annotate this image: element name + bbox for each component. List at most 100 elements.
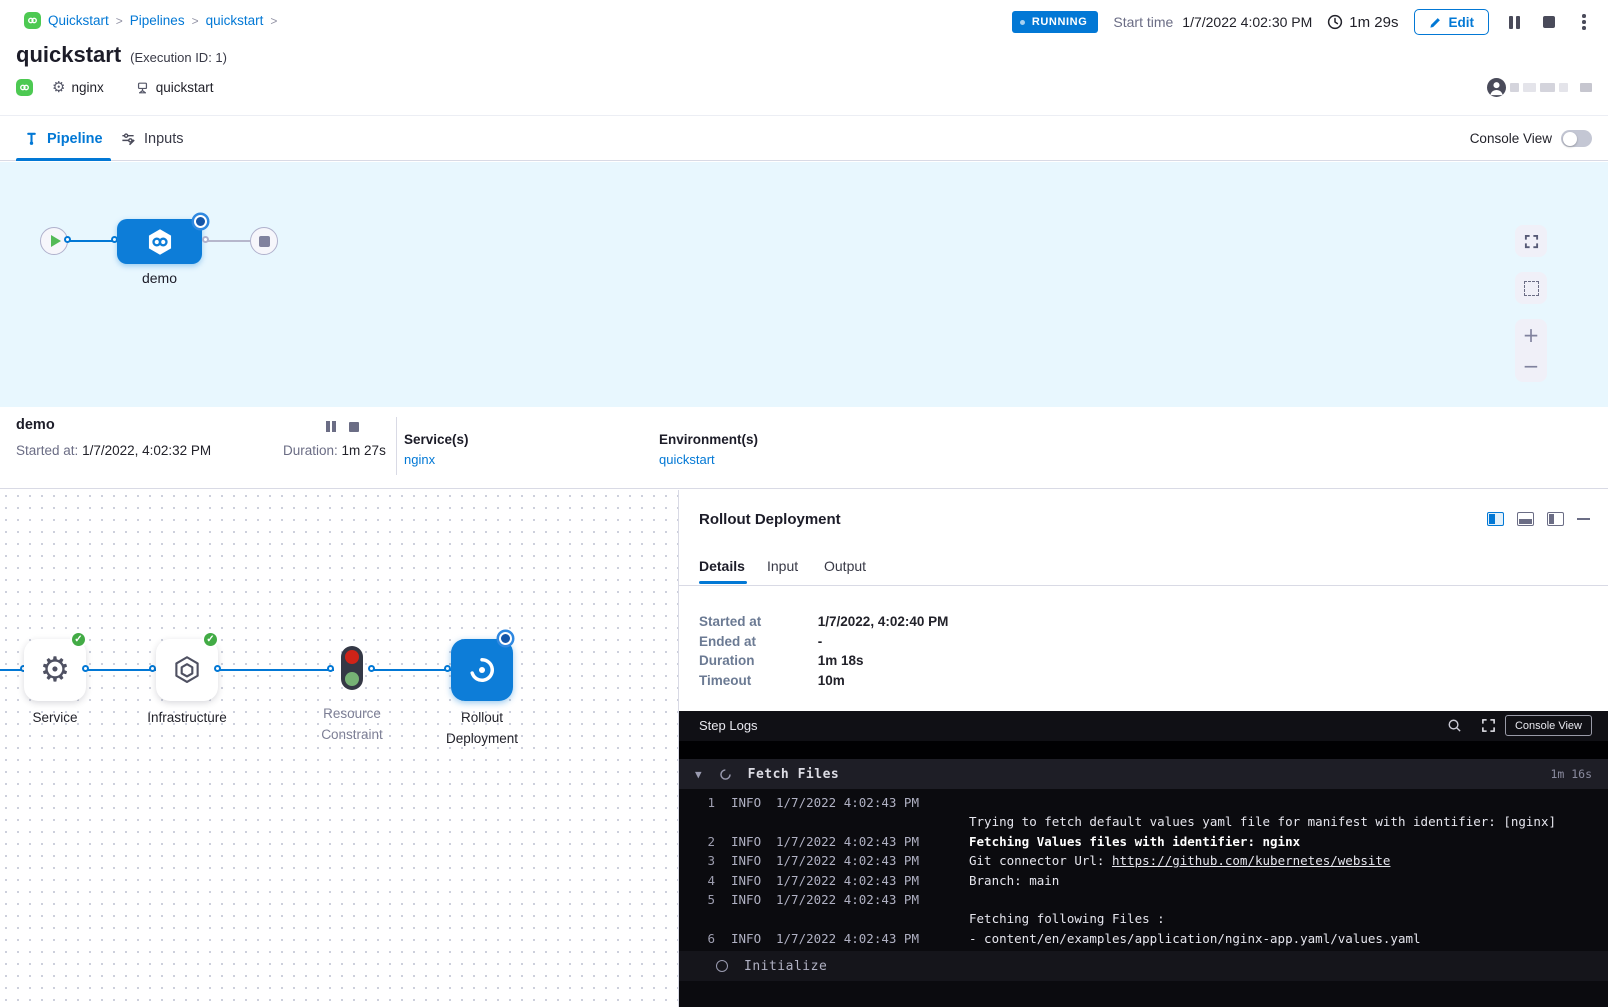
- more-options-button[interactable]: [1574, 12, 1594, 32]
- zoom-out-button[interactable]: −: [1515, 350, 1547, 381]
- detail-value: 10m: [818, 673, 845, 688]
- stage-stop-icon[interactable]: [349, 422, 359, 432]
- cd-module-icon: [16, 79, 33, 96]
- layout-right-panel-button[interactable]: [1547, 512, 1564, 526]
- detail-row-duration: Duration 1m 18s: [699, 653, 864, 668]
- environment-tag[interactable]: quickstart: [135, 80, 214, 95]
- resource-constraint-node[interactable]: [341, 646, 363, 690]
- harness-logo-icon: [24, 12, 41, 29]
- tab-details[interactable]: Details: [699, 558, 745, 574]
- step-node-label: Rollout Deployment: [427, 708, 537, 750]
- log-line-number: 5: [697, 892, 715, 907]
- edge-stage-to-end: [206, 240, 250, 242]
- avatar[interactable]: [1487, 78, 1506, 97]
- services-label: Service(s): [404, 432, 469, 447]
- traffic-light-red: [345, 650, 359, 664]
- play-icon: [51, 235, 61, 247]
- log-message: Fetching following Files :: [969, 911, 1594, 926]
- environments-column: Environment(s) quickstart: [659, 432, 758, 467]
- service-tag[interactable]: ⚙ nginx: [52, 80, 104, 95]
- start-time-value: 1/7/2022 4:02:30 PM: [1182, 14, 1312, 30]
- edit-button[interactable]: Edit: [1414, 9, 1490, 35]
- log-fullscreen-icon[interactable]: [1481, 718, 1496, 733]
- stage-graph-canvas[interactable]: demo + −: [0, 162, 1608, 407]
- log-line: 6 INFO 1/7/2022 4:02:43 PM - content/en/…: [679, 931, 1608, 947]
- log-message: Fetching Values files with identifier: n…: [969, 834, 1594, 849]
- environment-link[interactable]: quickstart: [659, 452, 758, 467]
- log-timestamp: 1/7/2022 4:02:43 PM: [776, 931, 919, 946]
- log-search-icon[interactable]: [1447, 718, 1462, 733]
- breadcrumb-pipelines[interactable]: Pipelines: [130, 13, 185, 28]
- canvas-marquee-select-button[interactable]: [1515, 272, 1547, 304]
- edge: [372, 669, 451, 671]
- step-node-infrastructure[interactable]: [156, 639, 218, 701]
- edge-connector-dot: [82, 665, 89, 672]
- detail-row-ended: Ended at -: [699, 634, 822, 649]
- abort-execution-button[interactable]: [1539, 12, 1559, 32]
- stage-running-spinner: [194, 215, 207, 228]
- section-running-spinner-icon: [719, 768, 732, 781]
- log-timestamp: 1/7/2022 4:02:43 PM: [776, 873, 919, 888]
- log-level: INFO: [731, 873, 761, 888]
- console-view-toggle[interactable]: [1561, 130, 1592, 147]
- redacted-text: [1580, 83, 1592, 92]
- stage-started: Started at: 1/7/2022, 4:02:32 PM: [16, 443, 211, 458]
- environments-label: Environment(s): [659, 432, 758, 447]
- tab-pipeline[interactable]: Pipeline: [24, 116, 103, 161]
- execution-id: (Execution ID: 1): [130, 50, 227, 65]
- duration-value: 1m 27s: [342, 443, 386, 458]
- detail-row-started: Started at 1/7/2022, 4:02:40 PM: [699, 614, 948, 629]
- log-line-number: 2: [697, 834, 715, 849]
- panel-minimize-button[interactable]: [1577, 518, 1590, 521]
- log-message: Trying to fetch default values yaml file…: [969, 814, 1594, 829]
- log-console-view-button[interactable]: Console View: [1505, 715, 1592, 736]
- log-level: INFO: [731, 834, 761, 849]
- step-graph-canvas[interactable]: ⚙ ✓ Service ✓ Infrastructure Resource Co…: [0, 490, 678, 1007]
- pause-execution-button[interactable]: [1504, 12, 1524, 32]
- log-level: INFO: [731, 853, 761, 868]
- kebab-menu-icon: [1582, 14, 1586, 30]
- log-section-initialize[interactable]: Initialize: [679, 951, 1608, 981]
- canvas-fullscreen-button[interactable]: [1515, 225, 1547, 257]
- edge-connector-dot: [64, 236, 71, 243]
- service-tag-label: nginx: [71, 80, 103, 95]
- stage-node-demo[interactable]: [117, 219, 202, 264]
- pipeline-end-node[interactable]: [250, 227, 278, 255]
- layout-split-vertical-button[interactable]: [1487, 512, 1504, 526]
- title-row: quickstart (Execution ID: 1): [16, 42, 227, 68]
- log-message: - content/en/examples/application/nginx-…: [969, 931, 1594, 946]
- step-node-rollout-deployment[interactable]: [451, 639, 513, 701]
- zoom-in-button[interactable]: +: [1515, 319, 1547, 350]
- tab-input[interactable]: Input: [767, 558, 798, 574]
- edit-button-label: Edit: [1449, 15, 1475, 30]
- log-timestamp: 1/7/2022 4:02:43 PM: [776, 853, 919, 868]
- layout-split-horizontal-button[interactable]: [1517, 512, 1534, 526]
- log-link[interactable]: https://github.com/kubernetes/website: [1112, 853, 1390, 868]
- step-logs-panel: Step Logs Console View ▼ Fetch Files 1m …: [679, 711, 1608, 1007]
- tab-inputs[interactable]: Inputs: [120, 116, 184, 161]
- log-section-fetch-files[interactable]: ▼ Fetch Files 1m 16s: [679, 759, 1608, 789]
- edge-connector-dot: [444, 665, 451, 672]
- breadcrumb-project[interactable]: Quickstart: [48, 13, 109, 28]
- top-header: Quickstart > Pipelines > quickstart > RU…: [0, 0, 1608, 115]
- service-link[interactable]: nginx: [404, 452, 469, 467]
- detail-label: Timeout: [699, 673, 814, 688]
- stage-duration: Duration: 1m 27s: [283, 443, 386, 458]
- view-tabbar: Pipeline Inputs Console View: [0, 115, 1608, 161]
- end-node-square: [259, 236, 270, 247]
- stage-pause-icon[interactable]: [326, 421, 336, 432]
- user-cluster: [1487, 78, 1592, 97]
- stage-info-bar: demo Started at: 1/7/2022, 4:02:32 PM Du…: [0, 407, 1608, 489]
- step-node-service[interactable]: ⚙: [24, 639, 86, 701]
- services-column: Service(s) nginx: [404, 432, 469, 467]
- tab-output[interactable]: Output: [824, 558, 866, 574]
- breadcrumb-pipeline-name[interactable]: quickstart: [206, 13, 264, 28]
- edge: [86, 669, 156, 671]
- edge-start-to-stage: [68, 240, 117, 242]
- redacted-text: [1523, 83, 1536, 92]
- started-at-label: Started at:: [16, 443, 78, 458]
- inputs-icon: [120, 131, 136, 146]
- log-line: 2 INFO 1/7/2022 4:02:43 PM Fetching Valu…: [679, 834, 1608, 850]
- started-at-value: 1/7/2022, 4:02:32 PM: [82, 443, 211, 458]
- detail-value: 1/7/2022, 4:02:40 PM: [818, 614, 949, 629]
